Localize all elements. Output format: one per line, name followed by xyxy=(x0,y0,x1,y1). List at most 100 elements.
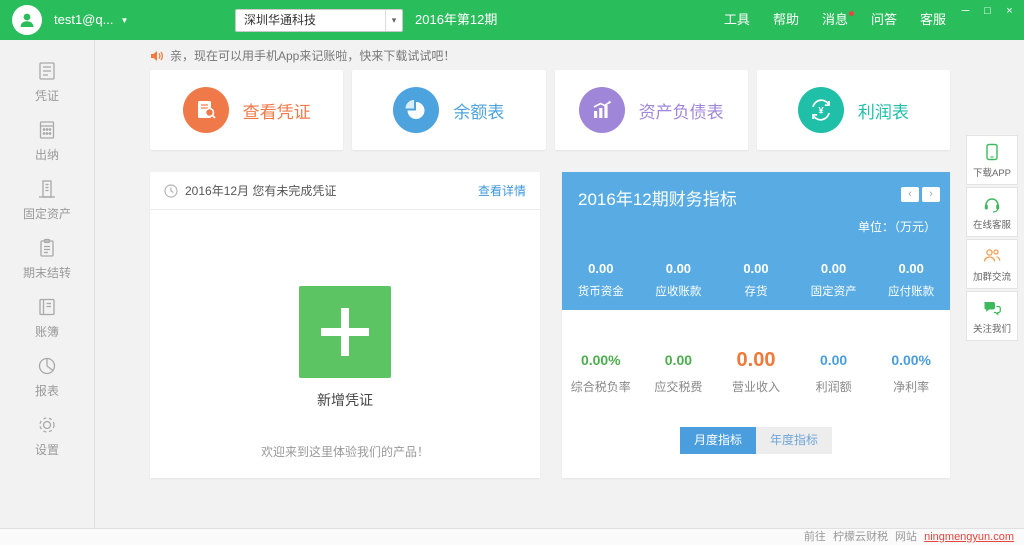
financial-indicator-panel: 2016年12期财务指标 ‹ › 单位：（万元） 0.00 货币资金 0.00 … xyxy=(562,172,950,478)
sidebar-item-reports[interactable]: 报表 xyxy=(35,355,59,399)
unit-label: 单位：（万元） xyxy=(858,218,936,235)
calculator-icon xyxy=(36,119,58,141)
metric-monetary-funds: 0.00 货币资金 xyxy=(562,261,640,299)
headset-icon xyxy=(982,194,1002,214)
white-metrics-row: 0.00% 综合税负率 0.00 应交税费 0.00 营业收入 0.00 利润额… xyxy=(562,348,950,395)
view-details-link[interactable]: 查看详情 xyxy=(478,182,526,199)
sidebar-label: 凭证 xyxy=(35,87,59,104)
sidebar-item-cashier[interactable]: 出纳 xyxy=(35,119,59,163)
indicator-nav: ‹ › xyxy=(901,187,940,202)
chevron-down-icon: ▼ xyxy=(120,16,128,25)
add-voucher-button[interactable] xyxy=(299,286,391,378)
phone-icon xyxy=(982,142,1002,162)
window-controls: ─ □ × xyxy=(957,2,1018,20)
menu-tools[interactable]: 工具 xyxy=(724,0,750,40)
gear-icon xyxy=(36,414,58,436)
notice-text: 亲，现在可以用手机App来记账啦，快来下载试试吧！ xyxy=(170,47,455,64)
profit-table-card[interactable]: ¥ 利润表 xyxy=(757,70,950,150)
period-label: 2016年第12期 xyxy=(415,0,497,40)
app-notice: 亲，现在可以用手机App来记账啦，快来下载试试吧！ xyxy=(150,47,455,64)
shortcut-cards: 查看凭证 余额表 资产负债表 xyxy=(150,70,950,150)
company-select-value: 深圳华通科技 xyxy=(244,13,316,27)
sidebar-label: 固定资产 xyxy=(23,205,71,222)
notification-dot xyxy=(849,11,854,16)
clipboard-icon xyxy=(36,237,58,259)
indicator-tabs: 月度指标 年度指标 xyxy=(562,427,950,454)
balance-sheet-card[interactable]: 资产负债表 xyxy=(555,70,748,150)
user-menu[interactable]: test1@q... ▼ xyxy=(54,0,128,40)
group-chat-button[interactable]: 加群交流 xyxy=(966,239,1018,289)
sidebar-label: 出纳 xyxy=(35,146,59,163)
metric-profit: 0.00 利润额 xyxy=(795,348,873,395)
building-icon xyxy=(36,178,58,200)
card-label: 余额表 xyxy=(453,98,504,123)
close-button[interactable]: × xyxy=(1001,2,1018,20)
metric-net-profit-rate: 0.00% 净利率 xyxy=(872,348,950,395)
metric-accounts-receivable: 0.00 应收账款 xyxy=(640,261,718,299)
username: test1@q... xyxy=(54,12,113,27)
card-label: 资产负债表 xyxy=(639,98,724,123)
card-label: 利润表 xyxy=(858,98,909,123)
add-voucher-label: 新增凭证 xyxy=(150,390,540,410)
indicator-blue-header: 2016年12期财务指标 ‹ › 单位：（万元） 0.00 货币资金 0.00 … xyxy=(562,172,950,310)
next-period-button[interactable]: › xyxy=(922,187,940,202)
sidebar-label: 账簿 xyxy=(35,323,59,340)
voucher-panel: 2016年12月 您有未完成凭证 查看详情 新增凭证 欢迎来到这里体验我们的产品… xyxy=(150,172,540,478)
pie-chart-icon xyxy=(36,355,58,377)
ledger-book-icon xyxy=(36,296,58,318)
minimize-button[interactable]: ─ xyxy=(957,2,974,20)
voucher-icon xyxy=(36,60,58,82)
footer-brand: 柠檬云财税 xyxy=(833,531,888,543)
sidebar-item-account-books[interactable]: 账簿 xyxy=(35,296,59,340)
speaker-icon xyxy=(150,50,164,62)
chat-bubbles-icon xyxy=(982,298,1002,318)
user-avatar[interactable] xyxy=(12,5,42,35)
company-select[interactable]: 深圳华通科技 ▾ xyxy=(235,9,403,32)
group-icon xyxy=(982,246,1002,266)
menu-help[interactable]: 帮助 xyxy=(773,0,799,40)
sidebar-label: 设置 xyxy=(35,441,59,458)
menu-messages[interactable]: 消息 xyxy=(822,0,848,40)
profit-table-icon: ¥ xyxy=(798,87,844,133)
site-link[interactable]: ningmengyun.com xyxy=(924,531,1014,543)
person-icon xyxy=(18,11,36,29)
sidebar-label: 期末结转 xyxy=(23,264,71,281)
balance-table-card[interactable]: 余额表 xyxy=(352,70,545,150)
metric-inventory: 0.00 存货 xyxy=(717,261,795,299)
indicator-title: 2016年12期财务指标 xyxy=(578,185,737,210)
metric-accounts-payable: 0.00 应付账款 xyxy=(872,261,950,299)
balance-table-icon xyxy=(393,87,439,133)
download-app-button[interactable]: 下载APP xyxy=(966,135,1018,185)
menu-service[interactable]: 客服 xyxy=(920,0,946,40)
voucher-panel-header: 2016年12月 您有未完成凭证 查看详情 xyxy=(150,172,540,210)
svg-text:¥: ¥ xyxy=(818,106,824,117)
right-toolbar: 下载APP 在线客服 加群交流 关注我们 xyxy=(966,135,1018,343)
voucher-panel-title: 2016年12月 您有未完成凭证 xyxy=(185,182,336,199)
footer-prefix: 前往 xyxy=(804,531,826,543)
metric-operating-revenue: 0.00 营业收入 xyxy=(717,348,795,395)
balance-sheet-icon xyxy=(579,87,625,133)
metric-tax-burden-rate: 0.00% 综合税负率 xyxy=(562,348,640,395)
select-arrow-icon: ▾ xyxy=(385,10,402,31)
footer-middle: 网站 xyxy=(895,531,917,543)
tab-annual-indicators[interactable]: 年度指标 xyxy=(756,427,832,454)
metric-tax-payable: 0.00 应交税费 xyxy=(640,348,718,395)
sidebar-item-period-end[interactable]: 期末结转 xyxy=(23,237,71,281)
welcome-text: 欢迎来到这里体验我们的产品！ xyxy=(150,443,540,460)
sidebar-item-settings[interactable]: 设置 xyxy=(35,414,59,458)
sidebar-item-voucher[interactable]: 凭证 xyxy=(35,60,59,104)
status-bar: 前往 柠檬云财税 网站 ningmengyun.com xyxy=(0,528,1024,545)
clock-icon xyxy=(164,184,178,198)
top-menu: 工具 帮助 消息 问答 客服 xyxy=(724,0,946,40)
maximize-button[interactable]: □ xyxy=(979,2,996,20)
view-voucher-icon xyxy=(183,87,229,133)
menu-qa[interactable]: 问答 xyxy=(871,0,897,40)
view-voucher-card[interactable]: 查看凭证 xyxy=(150,70,343,150)
follow-us-button[interactable]: 关注我们 xyxy=(966,291,1018,341)
tab-monthly-indicators[interactable]: 月度指标 xyxy=(680,427,756,454)
metric-fixed-assets: 0.00 固定资产 xyxy=(795,261,873,299)
prev-period-button[interactable]: ‹ xyxy=(901,187,919,202)
sidebar-item-fixed-assets[interactable]: 固定资产 xyxy=(23,178,71,222)
top-bar: test1@q... ▼ 深圳华通科技 ▾ 2016年第12期 工具 帮助 消息 … xyxy=(0,0,1024,40)
online-service-button[interactable]: 在线客服 xyxy=(966,187,1018,237)
